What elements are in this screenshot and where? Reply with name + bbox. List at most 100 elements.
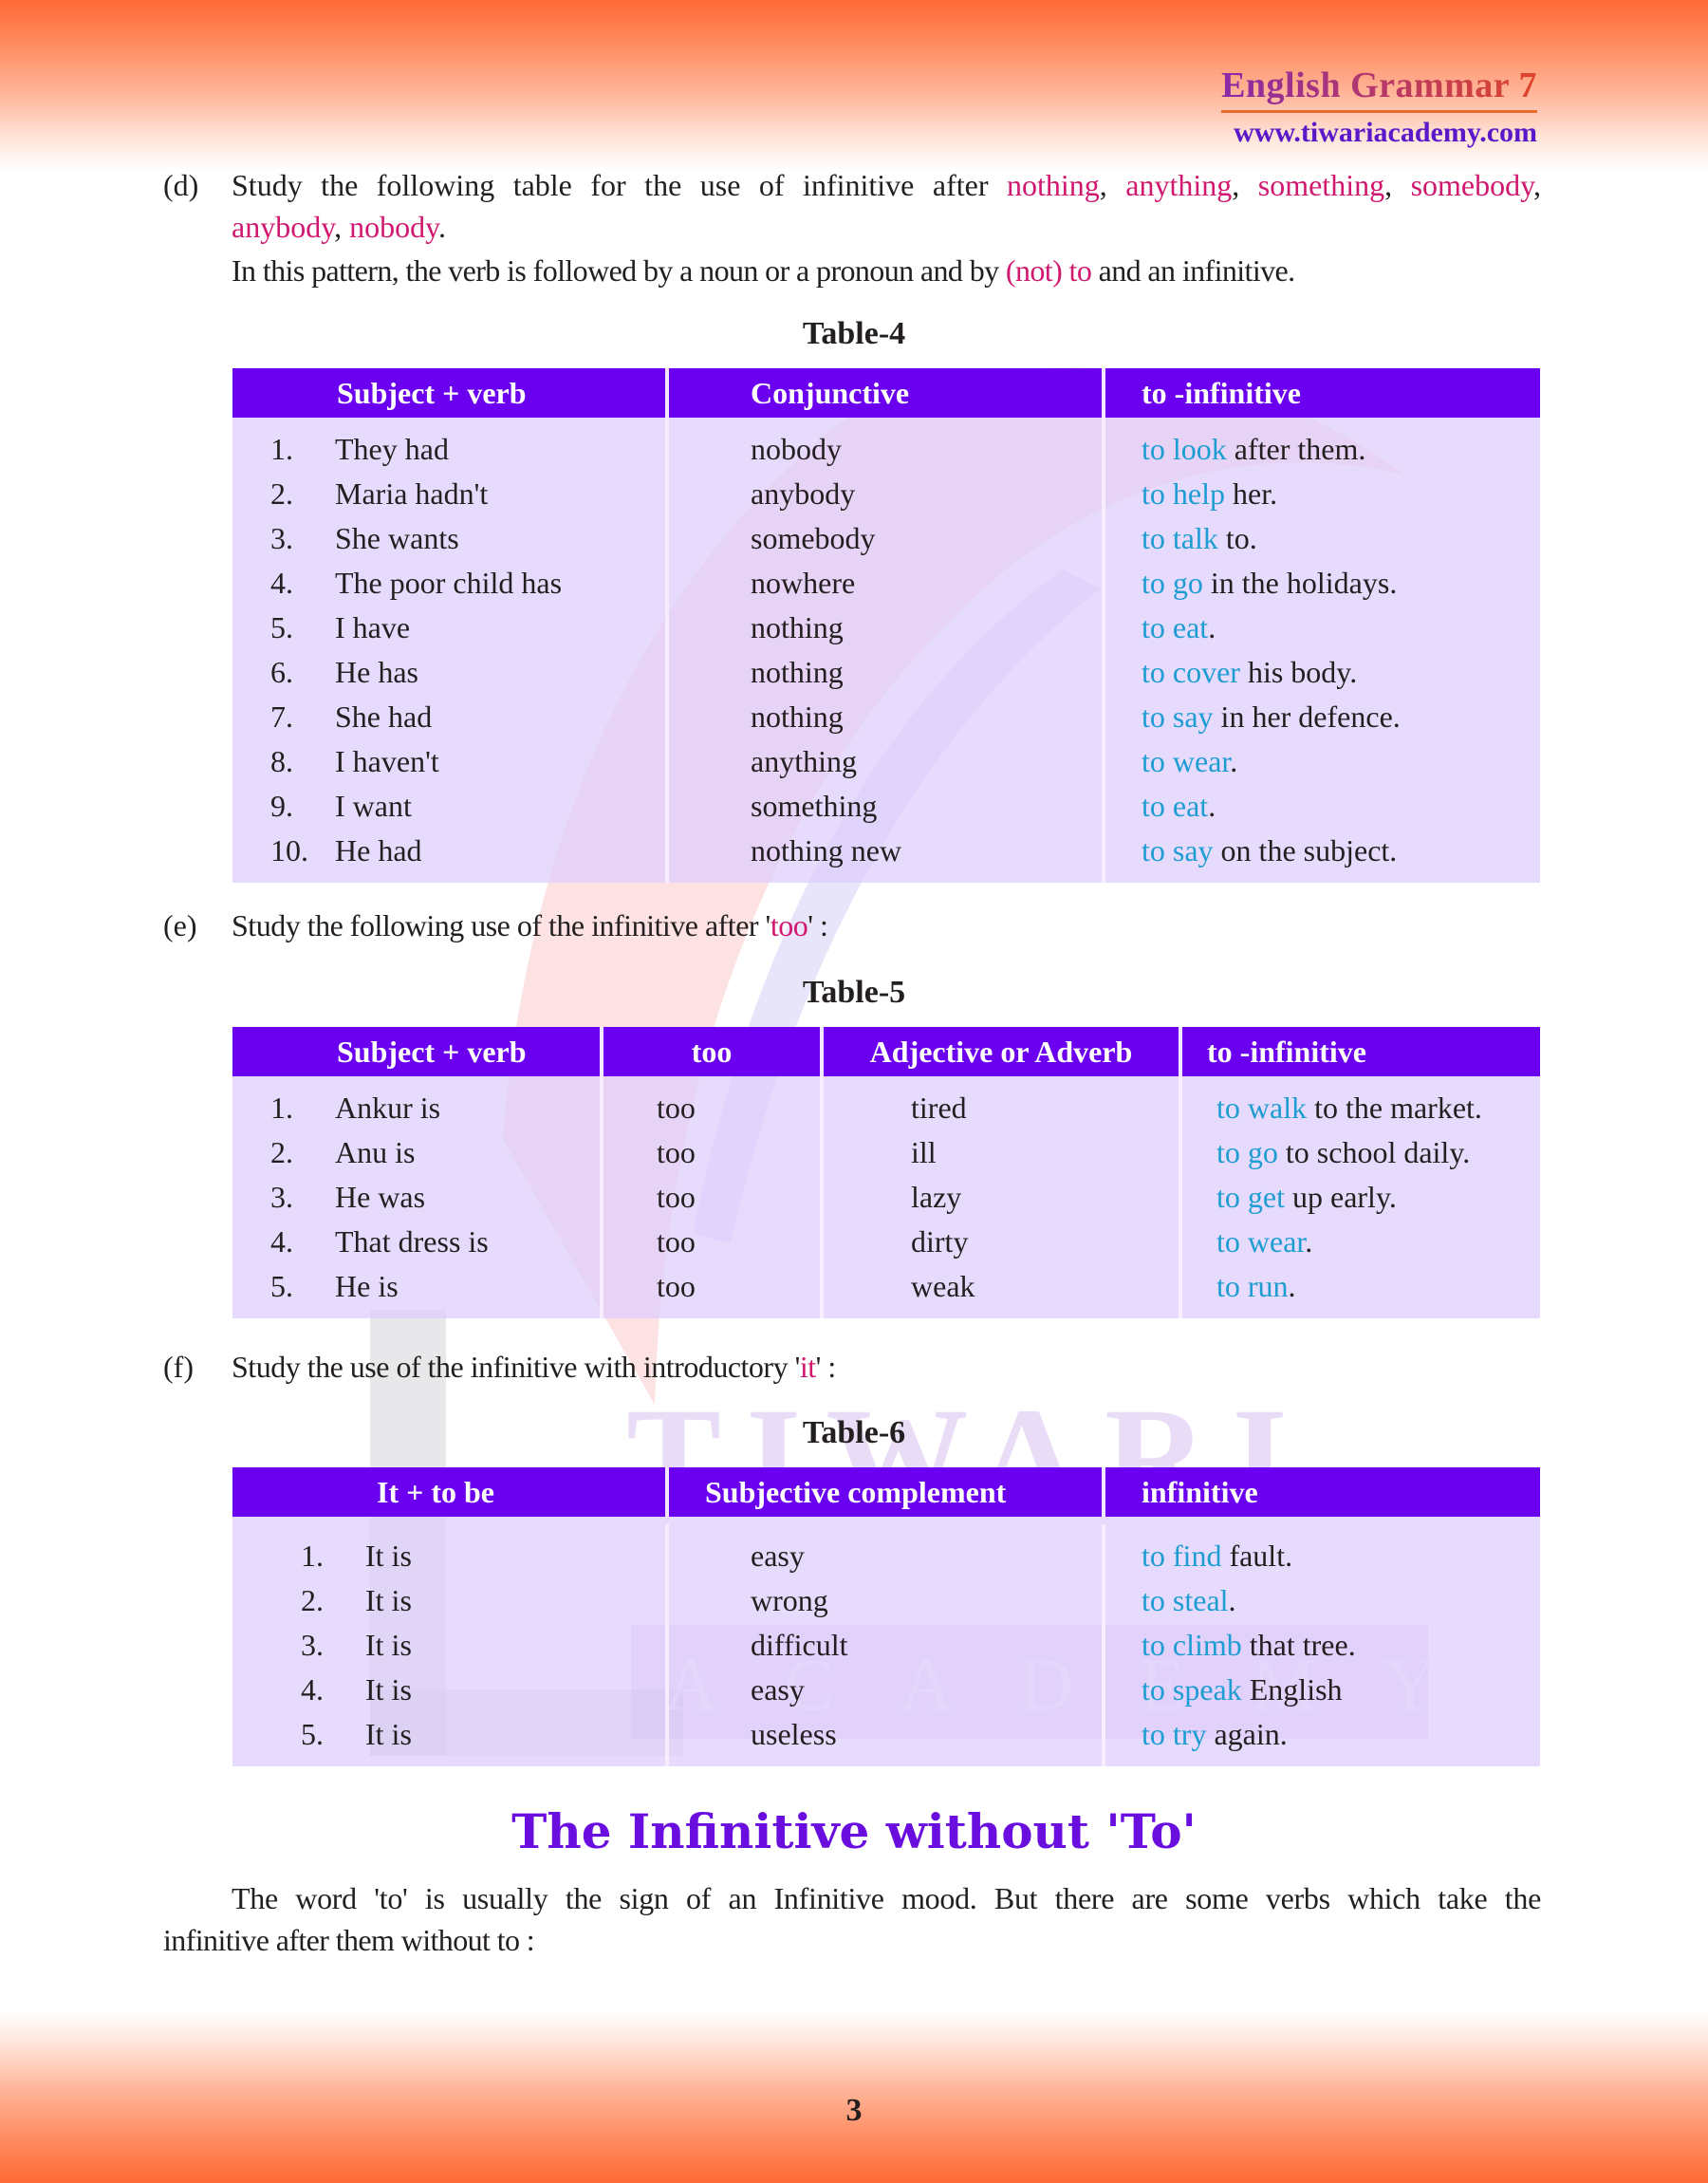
table5-subject-cell: 5. He is [270,1264,600,1309]
infinitive-rest: again. [1214,1717,1288,1751]
infinitive-rest: to the market. [1314,1091,1482,1125]
subject-verb: She wants [335,521,459,555]
infinitive-phrase: to help [1142,476,1225,511]
infinitive-phrase: to try [1142,1717,1207,1751]
table4-conjunctive-cell: nothing [751,700,844,734]
section-marker: (e) [163,908,197,942]
table5-caption: Table-5 [802,975,906,1010]
infinitive-phrase: to talk [1142,521,1218,555]
subject-verb: That dress is [335,1224,489,1259]
table4-infinitive-cell: to eat. [1142,606,1540,650]
table4-infinitive-cell: to go in the holidays. [1142,561,1540,606]
infinitive-phrase: to cover [1142,655,1240,689]
table4-col-conjunctive: nobody anybody somebody nowhere nothing nothi… [669,418,1105,883]
subject-verb: Anu is [335,1135,416,1169]
table5-subject-cell: 4. That dress is [270,1220,600,1264]
row-number: 10. [270,833,308,868]
subject-verb: The poor child has [335,566,563,600]
infinitive-phrase: to wear [1142,744,1231,778]
table5-infinitive-cell: to walk to the market. [1216,1086,1540,1130]
table4-conjunctive-cell: somebody [751,521,876,555]
table6-subject-cell: 1. It is [301,1534,665,1578]
table4-subject-cell: 7. She had [270,695,665,739]
closing-paragraph-line2: infinitive after them without to : [163,1923,535,1957]
infinitive-phrase: to wear [1216,1224,1306,1259]
table4-col-infinitive: to look after them. to help her. to talk t… [1105,418,1540,883]
infinitive-rest: his body. [1247,655,1358,689]
table6-subject-cell: 4. It is [301,1668,665,1712]
row-number: 7. [270,700,293,734]
infinitive-phrase: to go [1142,566,1203,600]
infinitive-rest: in the holidays. [1210,566,1398,600]
table5-body: 1. Ankur is 2. Anu is 3. He was 4. That dress i… [232,1076,1540,1318]
table4-subject-cell: 2. Maria hadn't [270,472,665,516]
subject-verb: She had [335,700,433,734]
row-number: 4. [270,566,293,600]
table5-col-too: too too too too too [603,1076,824,1318]
row-number: 3. [270,521,293,555]
table6-complement-cell: difficult [751,1628,848,1662]
table5-too-cell: too [657,1135,696,1169]
table6-col-subject: 1. It is 2. It is 3. It is 4. It is 5. It is [232,1524,669,1766]
table4-conjunctive-cell: anybody [751,476,856,511]
infinitive-rest: . [1208,789,1216,823]
table5-header-subject: Subject + verb [232,1027,603,1076]
table6-complement-cell: easy [751,1672,805,1707]
infinitive-rest: that tree. [1249,1628,1356,1662]
subject-verb: Maria hadn't [335,476,489,511]
infinitive-rest: English [1249,1672,1343,1707]
table6-complement-cell: easy [751,1539,805,1573]
table4-conjunctive-cell: nothing new [751,833,902,868]
closing-paragraph-line1: The word 'to' is usually the sign of an … [232,1881,1541,1915]
infinitive-phrase: to find [1142,1539,1222,1573]
table5-infinitive-cell: to wear. [1216,1220,1540,1264]
website-link[interactable]: www.tiwariacademy.com [1221,117,1537,149]
table5-infinitive-cell: to go to school daily. [1216,1130,1540,1175]
highlight-word: it [799,1350,816,1384]
table5-infinitive-cell: to get up early. [1216,1175,1540,1220]
table4-subject-cell: 8. I haven't [270,739,665,784]
table4-infinitive-cell: to cover his body. [1142,650,1540,695]
table4-conjunctive-cell: something [751,789,878,823]
highlight-word: nothing [1006,168,1100,202]
table4-infinitive-cell: to eat. [1142,784,1540,829]
subject-verb: He was [335,1180,426,1214]
row-number: 2. [301,1583,324,1617]
table4-conjunctive-cell: nobody [751,432,842,466]
table5-adjective-cell: tired [911,1091,967,1125]
infinitive-phrase: to say [1142,700,1214,734]
infinitive-rest: up early. [1291,1180,1397,1214]
section-e-text: Study the following use of the infinitiv… [232,908,828,942]
infinitive-rest: to. [1225,521,1257,555]
infinitive-rest: after them. [1234,432,1366,466]
infinitive-rest: her. [1232,476,1278,511]
subject-verb: I haven't [335,744,439,778]
table6-complement-cell: wrong [751,1583,828,1617]
infinitive-phrase: to run [1216,1269,1289,1303]
table6-caption: Table-6 [802,1415,906,1450]
table5-too-cell: too [657,1269,696,1303]
table6-body: 1. It is 2. It is 3. It is 4. It is 5. It is easy… [232,1517,1540,1766]
row-number: 3. [301,1628,324,1662]
row-number: 6. [270,655,293,689]
infinitive-phrase: to climb [1142,1628,1242,1662]
table5-adjective-cell: weak [911,1269,975,1303]
table4-header-conjunctive: Conjunctive [669,368,1105,418]
row-number: 2. [270,1135,293,1169]
subject-verb: Ankur is [335,1091,441,1125]
table5-too-cell: too [657,1180,696,1214]
table6-header-complement: Subjective complement [669,1467,1105,1517]
subject-verb: I have [335,610,411,644]
row-number: 5. [301,1717,324,1751]
it-to-be: It is [365,1583,412,1617]
highlight-word: too [770,908,808,942]
table4-subject-cell: 10. He had [270,829,665,873]
table4-conjunctive-cell: nothing [751,610,844,644]
table4-header-row: Subject + verb Conjunctive to -infinitiv… [232,368,1540,418]
table6-infinitive-cell: to climb that tree. [1142,1623,1540,1668]
table4-subject-cell: 9. I want [270,784,665,829]
table4-infinitive-cell: to say in her defence. [1142,695,1540,739]
table4: Subject + verb Conjunctive to -infinitiv… [232,368,1540,883]
it-to-be: It is [365,1672,412,1707]
table5-adjective-cell: lazy [911,1180,962,1214]
